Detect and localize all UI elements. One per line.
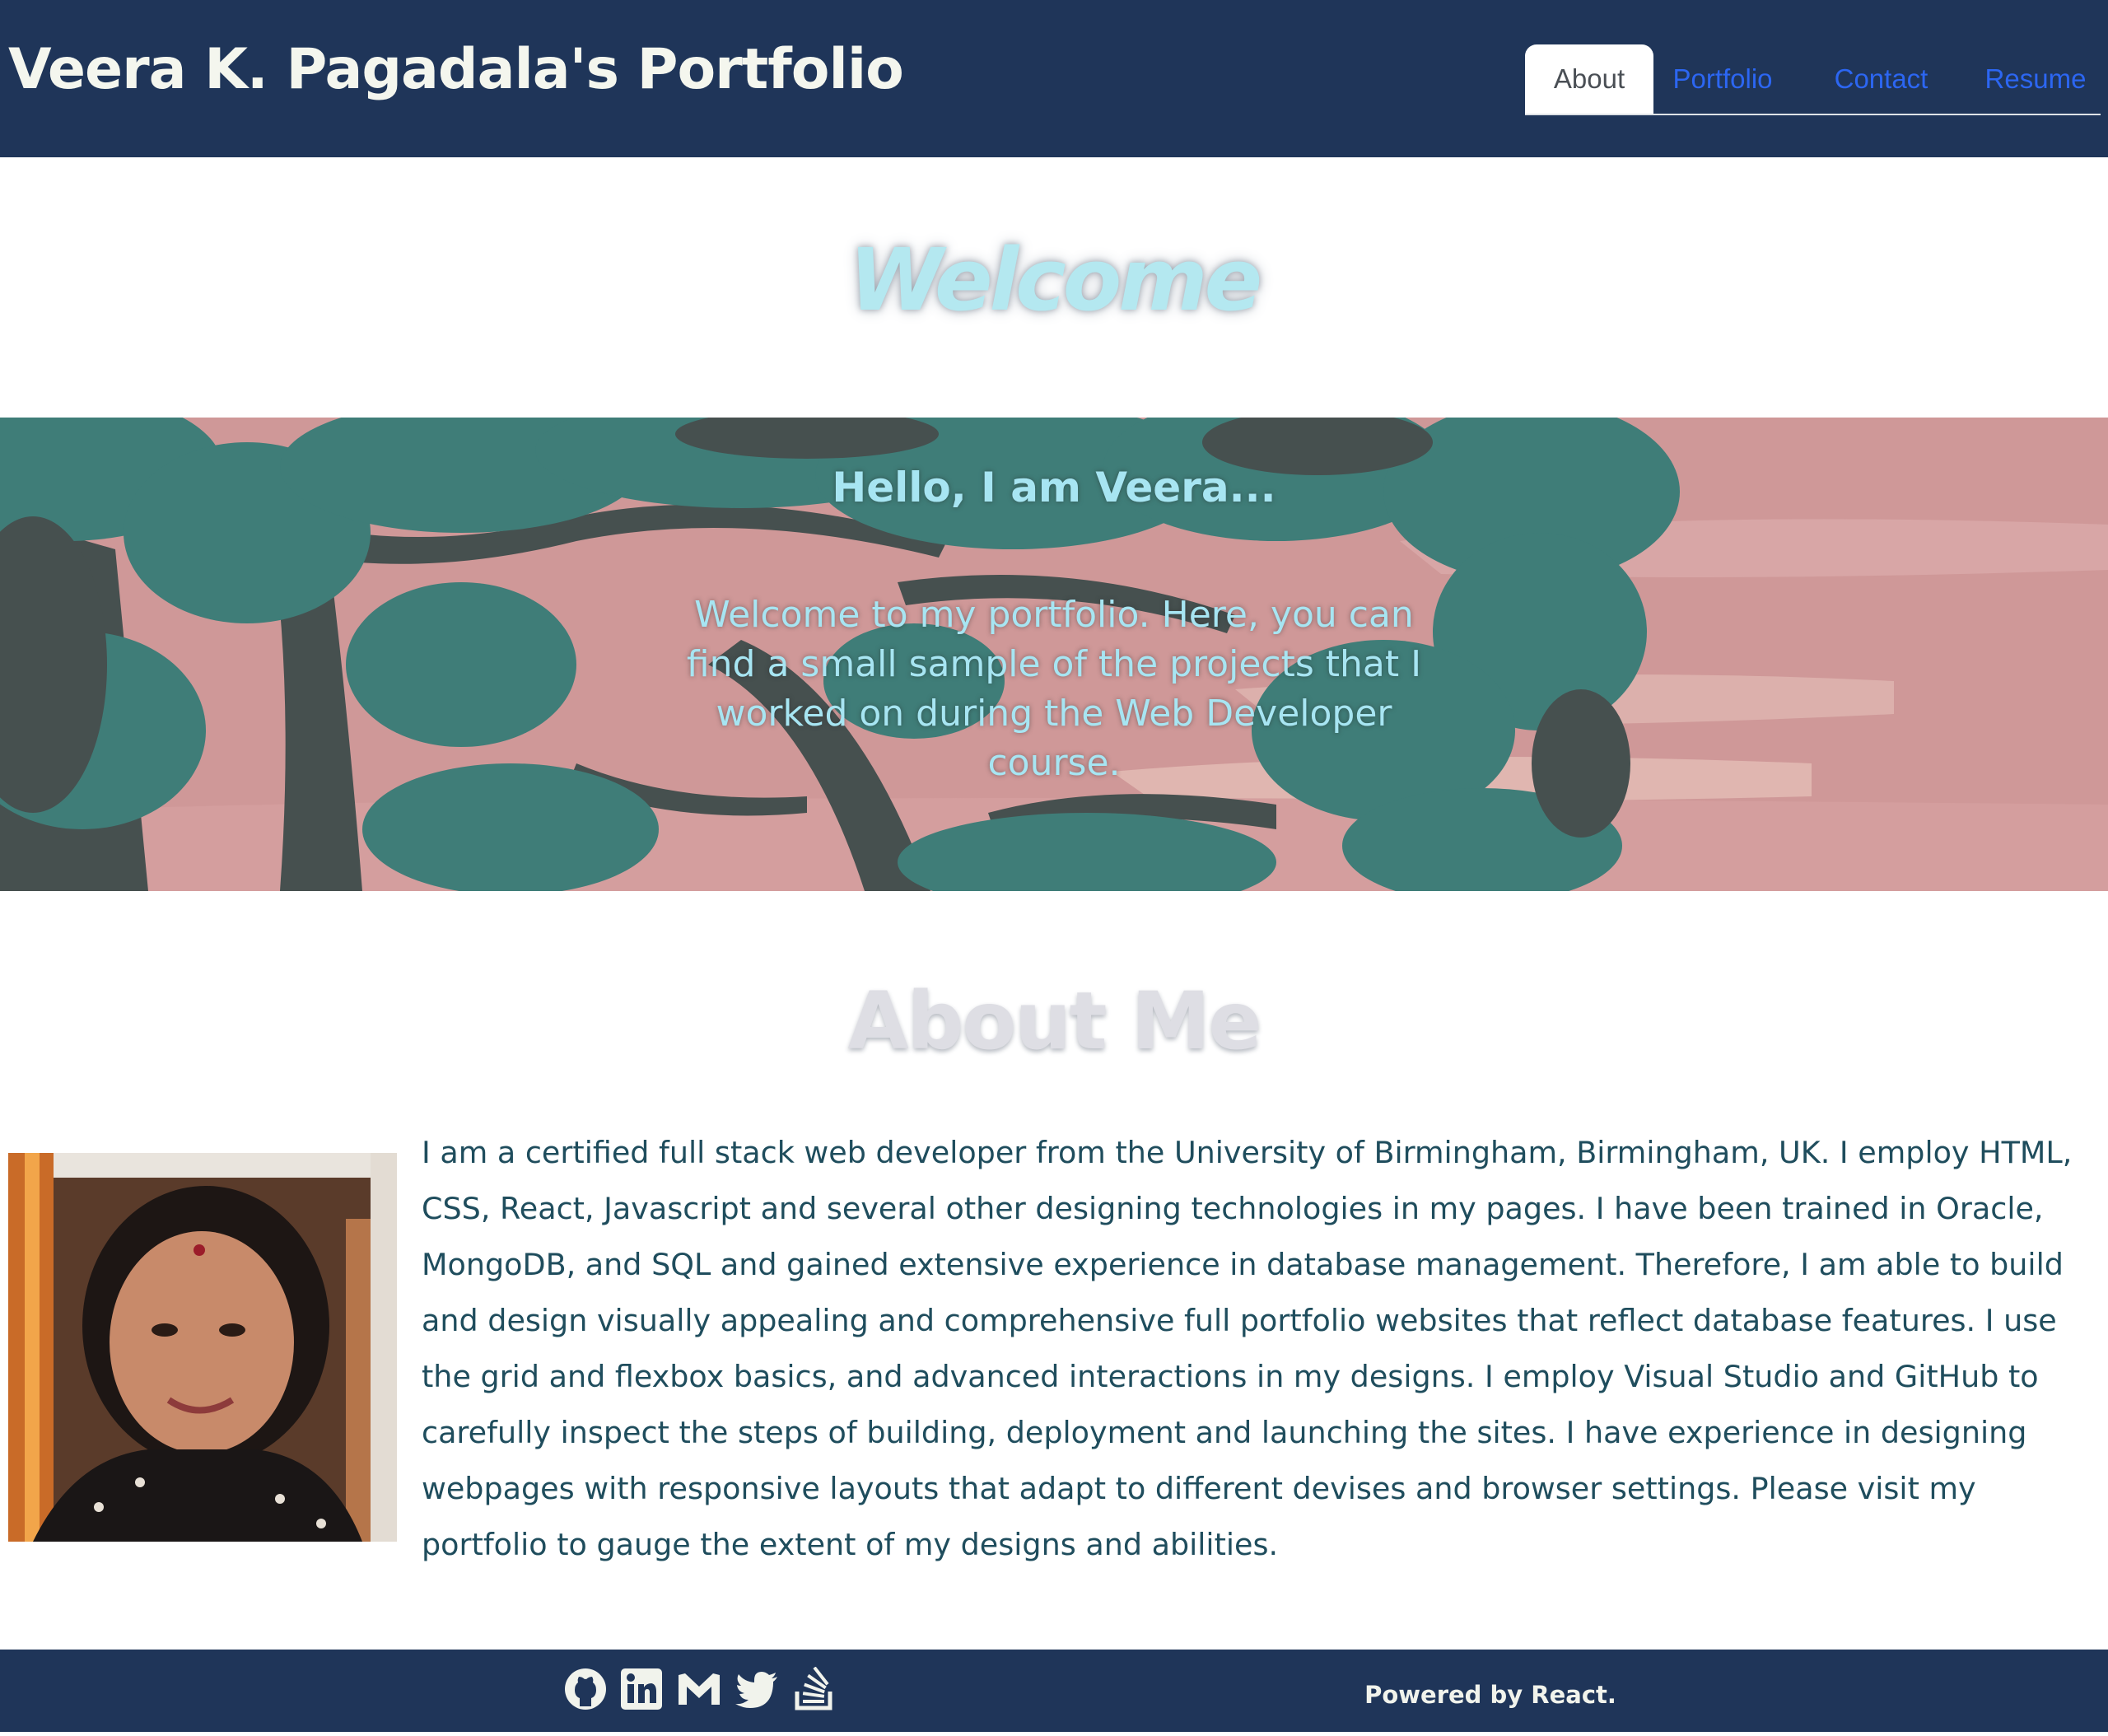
github-icon[interactable] [563, 1667, 608, 1711]
hero-banner: Hello, I am Veera... Welcome to my portf… [0, 418, 2108, 891]
nav-tab-about[interactable]: About [1525, 44, 1653, 114]
about-bio-text: I am a certified full stack web develope… [422, 1135, 2073, 1562]
profile-photo-illustration [8, 1153, 397, 1542]
gmail-icon[interactable] [677, 1667, 721, 1711]
nav-tab-resume[interactable]: Resume [1978, 44, 2093, 114]
site-title: Veera K. Pagadala's Portfolio [8, 37, 904, 102]
nav-tab-contact[interactable]: Contact [1830, 44, 1933, 114]
profile-photo [8, 1153, 397, 1542]
hero-greeting: Hello, I am Veera... [832, 464, 1276, 511]
site-header: Veera K. Pagadala's Portfolio About Port… [0, 0, 2108, 157]
twitter-icon[interactable] [735, 1667, 779, 1711]
nav-tab-portfolio[interactable]: Portfolio [1665, 44, 1780, 114]
linkedin-icon[interactable] [619, 1667, 664, 1711]
hero-intro-text: Welcome to my portfolio. Here, you can f… [686, 594, 1422, 784]
about-me-heading: About Me [847, 975, 1262, 1067]
nav-tabs: About Portfolio Contact Resume [1525, 44, 2101, 115]
powered-by-text: Powered by React. [1364, 1681, 1616, 1709]
site-footer: Powered by React. [0, 1650, 2108, 1732]
stack-overflow-icon[interactable] [792, 1667, 837, 1711]
welcome-heading: Welcome [848, 230, 1262, 330]
